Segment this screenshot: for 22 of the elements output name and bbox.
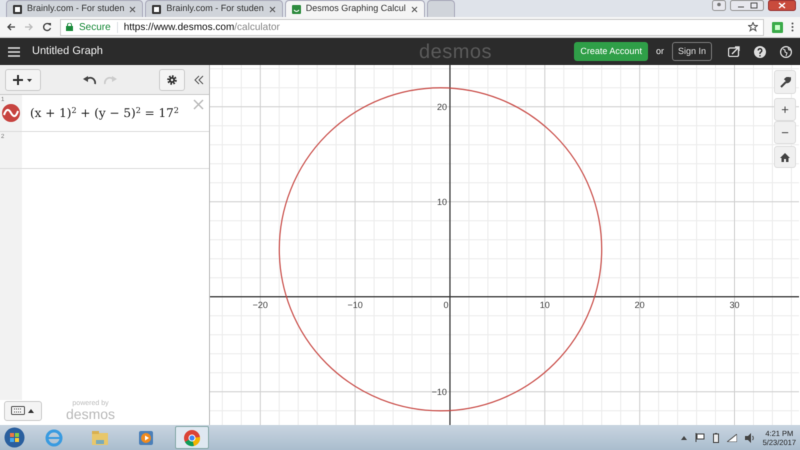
secure-label: Secure [79, 20, 111, 34]
sign-in-button[interactable]: Sign In [672, 42, 712, 62]
x-tick-label: 10 [540, 300, 550, 310]
zoom-in-button[interactable]: + [774, 98, 796, 121]
x-tick-label: 30 [730, 300, 740, 310]
powered-by-logo: desmos [66, 407, 116, 421]
x-tick-label: −10 [347, 300, 363, 310]
y-tick-label: 10 [436, 196, 447, 207]
x-tick-label: 0 [443, 300, 448, 310]
zoom-out-button[interactable]: − [774, 121, 796, 144]
browser-tab[interactable]: Brainly.com - For studen [145, 0, 283, 17]
y-tick-label: 20 [436, 102, 447, 112]
browser-tab[interactable]: Desmos Graphing Calcul [284, 0, 425, 17]
y-tick-label: −10 [432, 386, 447, 397]
url-text: https://www.desmos.com/calculator [124, 20, 280, 34]
browser-tab[interactable]: Brainly.com - For studen [6, 0, 144, 17]
graph-title: Untitled Graph [32, 44, 103, 60]
or-label: or [656, 44, 664, 58]
x-tick-label: −20 [252, 300, 268, 310]
address-field[interactable]: Secure https://www.desmos.com/calculator [60, 18, 764, 36]
x-tick-label: 20 [634, 300, 645, 310]
math-expression[interactable]: (x + 1)$^{2}$ + (y − 5)$^{2}$ = 17$^{2}$ [30, 104, 193, 122]
